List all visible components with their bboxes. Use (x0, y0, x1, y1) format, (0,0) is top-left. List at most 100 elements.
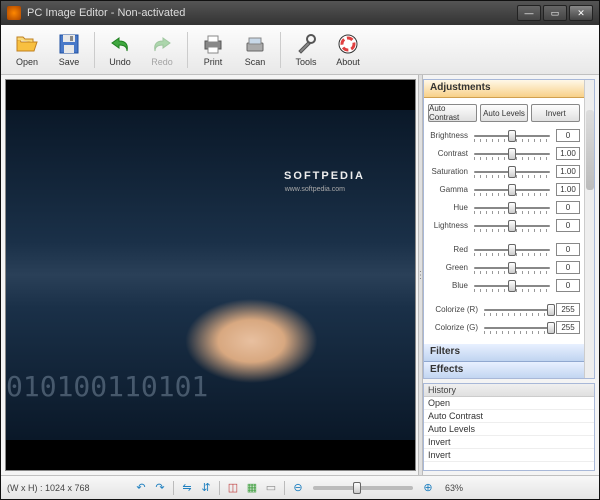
statusbar: (W x H) : 1024 x 768 ↶ ↷ ⇋ ⇵ ◫ ▦ ▭ ⊖ ⊕ 6… (1, 475, 599, 499)
slider-row: Colorize (G) 255 (428, 320, 580, 335)
content-area: 010100110101 SOFTPEDIA www.softpedia.com… (1, 75, 599, 475)
history-item[interactable]: Open (424, 397, 594, 410)
slider-label: Lightness (428, 221, 468, 230)
status-dimensions: (W x H) : 1024 x 768 (7, 483, 127, 493)
slider-value[interactable]: 0 (556, 243, 580, 256)
app-icon (7, 6, 21, 20)
slider-row: Red 0 (428, 242, 580, 257)
slider-value[interactable]: 0 (556, 261, 580, 274)
printer-icon (201, 32, 225, 56)
grid-icon[interactable]: ▦ (244, 480, 260, 496)
zoom-out-icon[interactable]: ⊖ (290, 480, 306, 496)
slider-track[interactable] (472, 130, 552, 142)
slider-value[interactable]: 0 (556, 129, 580, 142)
history-item[interactable]: Auto Contrast (424, 410, 594, 423)
history-item[interactable]: Invert (424, 436, 594, 449)
zoom-slider[interactable] (313, 486, 413, 490)
slider-value[interactable]: 1.00 (556, 183, 580, 196)
panel-scrollbar[interactable] (584, 80, 594, 378)
slider-label: Gamma (428, 185, 468, 194)
redo-button: Redo (142, 28, 182, 72)
zoom-value: 63% (445, 483, 463, 493)
main-toolbar: Open Save Undo Redo Print Scan Tools (1, 25, 599, 75)
about-button[interactable]: About (328, 28, 368, 72)
slider-row: Blue 0 (428, 278, 580, 293)
rotate-right-icon[interactable]: ↷ (152, 480, 168, 496)
watermark-text: SOFTPEDIA (284, 170, 365, 182)
slider-track[interactable] (472, 220, 552, 232)
slider-value[interactable]: 0 (556, 279, 580, 292)
slider-label: Blue (428, 281, 468, 290)
slider-value[interactable]: 255 (556, 321, 580, 334)
slider-row: Hue0 (428, 200, 580, 215)
slider-row: Colorize (R) 255 (428, 302, 580, 317)
slider-value[interactable]: 255 (556, 303, 580, 316)
slider-track[interactable] (472, 280, 552, 292)
undo-button[interactable]: Undo (100, 28, 140, 72)
slider-track[interactable] (482, 322, 552, 334)
titlebar[interactable]: PC Image Editor - Non-activated — ▭ ✕ (1, 1, 599, 25)
toolbar-separator (280, 32, 281, 68)
minimize-button[interactable]: — (517, 5, 541, 21)
slider-label: Red (428, 245, 468, 254)
adjustments-body: Auto Contrast Auto Levels Invert Brightn… (424, 98, 594, 344)
filters-header[interactable]: Filters (424, 344, 594, 362)
slider-track[interactable] (472, 148, 552, 160)
folder-open-icon (15, 32, 39, 56)
save-button[interactable]: Save (49, 28, 89, 72)
canvas-decoration: 010100110101 (6, 370, 415, 430)
slider-track[interactable] (472, 184, 552, 196)
effects-header[interactable]: Effects (424, 362, 594, 379)
redo-icon (150, 32, 174, 56)
slider-value[interactable]: 0 (556, 219, 580, 232)
slider-row: Lightness 0 (428, 218, 580, 233)
slider-label: Colorize (G) (428, 323, 478, 332)
flip-vertical-icon[interactable]: ⇵ (198, 480, 214, 496)
rotate-left-icon[interactable]: ↶ (133, 480, 149, 496)
slider-track[interactable] (472, 202, 552, 214)
slider-label: Colorize (R) (428, 305, 478, 314)
slider-row: Contrast 1.00 (428, 146, 580, 161)
app-window: PC Image Editor - Non-activated — ▭ ✕ Op… (0, 0, 600, 500)
close-button[interactable]: ✕ (569, 5, 593, 21)
slider-label: Contrast (428, 149, 468, 158)
flip-horizontal-icon[interactable]: ⇋ (179, 480, 195, 496)
selection-icon[interactable]: ▭ (263, 480, 279, 496)
slider-track[interactable] (472, 166, 552, 178)
crop-icon[interactable]: ◫ (225, 480, 241, 496)
slider-value[interactable]: 1.00 (556, 147, 580, 160)
slider-value[interactable]: 1.00 (556, 165, 580, 178)
slider-value[interactable]: 0 (556, 201, 580, 214)
tools-icon (294, 32, 318, 56)
slider-track[interactable] (472, 262, 552, 274)
tools-button[interactable]: Tools (286, 28, 326, 72)
canvas-panel: 010100110101 SOFTPEDIA www.softpedia.com (5, 79, 416, 471)
floppy-icon (57, 32, 81, 56)
slider-row: Saturation 1.00 (428, 164, 580, 179)
scanner-icon (243, 32, 267, 56)
auto-levels-button[interactable]: Auto Levels (480, 104, 529, 122)
print-button[interactable]: Print (193, 28, 233, 72)
scan-button[interactable]: Scan (235, 28, 275, 72)
invert-button[interactable]: Invert (531, 104, 580, 122)
slider-label: Brightness (428, 131, 468, 140)
slider-track[interactable] (482, 304, 552, 316)
slider-track[interactable] (472, 244, 552, 256)
history-panel: History OpenAuto ContrastAuto LevelsInve… (423, 383, 595, 471)
history-item[interactable]: Auto Levels (424, 423, 594, 436)
history-item[interactable]: Invert (424, 449, 594, 462)
slider-row: Brightness 0 (428, 128, 580, 143)
adjustments-header[interactable]: Adjustments (424, 80, 594, 98)
maximize-button[interactable]: ▭ (543, 5, 567, 21)
slider-row: Green0 (428, 260, 580, 275)
window-title: PC Image Editor - Non-activated (27, 7, 517, 19)
zoom-in-icon[interactable]: ⊕ (420, 480, 436, 496)
open-button[interactable]: Open (7, 28, 47, 72)
image-canvas[interactable]: 010100110101 SOFTPEDIA www.softpedia.com (6, 80, 415, 470)
watermark-subtext: www.softpedia.com (285, 186, 345, 193)
history-title: History (424, 384, 594, 397)
right-sidebar: Adjustments Auto Contrast Auto Levels In… (423, 79, 595, 471)
auto-contrast-button[interactable]: Auto Contrast (428, 104, 477, 122)
toolbar-separator (187, 32, 188, 68)
slider-label: Saturation (428, 167, 468, 176)
